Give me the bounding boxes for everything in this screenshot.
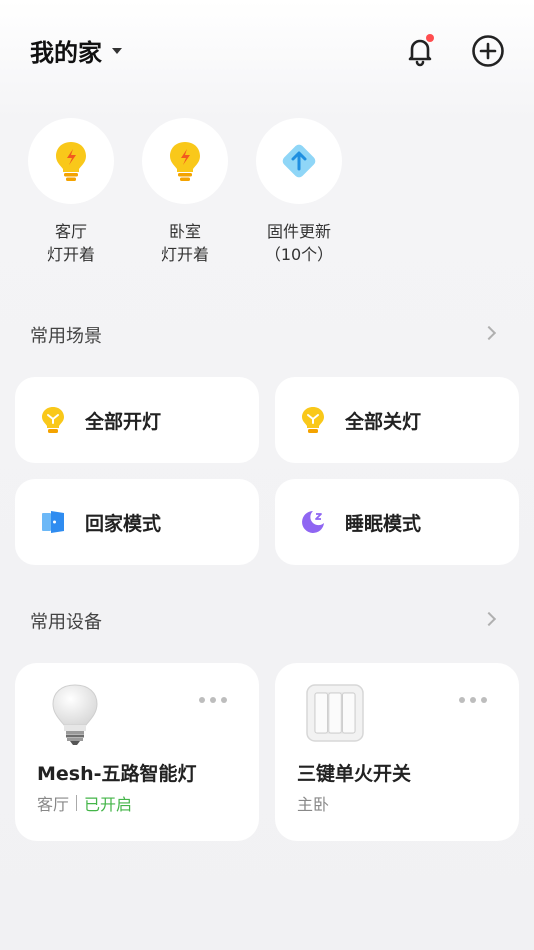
scenes-more-chevron-icon[interactable] (484, 326, 498, 340)
device-name: 三键单火开关 (297, 763, 412, 785)
bulb-off-icon (299, 406, 327, 434)
more-dot-icon (459, 697, 465, 703)
more-dot-icon (221, 697, 227, 703)
meta-divider (76, 795, 78, 811)
scene-label: 回家模式 (85, 512, 162, 535)
device-name: Mesh-五路智能灯 (37, 763, 197, 785)
device-card-triple-switch[interactable]: 三键单火开关 主卧 (275, 663, 519, 841)
notification-dot (426, 34, 434, 42)
scenes-section-title: 常用场景 (30, 326, 102, 347)
more-dot-icon (210, 697, 216, 703)
scene-all-lights-on[interactable]: 全部开灯 (15, 377, 259, 463)
header: 我的家 (0, 0, 534, 100)
light-bulb-icon (56, 142, 86, 181)
add-button[interactable] (471, 34, 505, 68)
more-dot-icon (199, 697, 205, 703)
light-bulb-icon (170, 142, 200, 181)
quick-status-circle (256, 118, 342, 204)
quick-status-circle (28, 118, 114, 204)
notification-bell-button[interactable] (403, 34, 437, 68)
firmware-update-icon (282, 144, 316, 178)
scene-label: 全部开灯 (85, 410, 162, 433)
quick-status-firmware-update[interactable]: 固件更新 （10个） (256, 118, 342, 266)
device-room: 主卧 (297, 795, 330, 814)
quick-status-bedroom[interactable]: 卧室 灯开着 (142, 118, 228, 266)
quick-status-circle (142, 118, 228, 204)
quick-status-living-room[interactable]: 客厅 灯开着 (28, 118, 114, 266)
device-meta: 主卧 (297, 791, 329, 815)
scene-home-mode[interactable]: 回家模式 (15, 479, 259, 565)
quick-status-label: 客厅 灯开着 (46, 222, 95, 264)
quick-status-label: 固件更新 （10个） (264, 222, 334, 264)
device-meta: 客厅 已开启 (37, 791, 132, 815)
device-room: 客厅 (37, 795, 70, 814)
bulb-on-icon (39, 406, 67, 434)
more-dot-icon (470, 697, 476, 703)
smart-bulb-icon (45, 683, 105, 745)
quick-status-label: 卧室 灯开着 (160, 222, 209, 264)
scene-label: 睡眠模式 (345, 512, 422, 535)
devices-more-chevron-icon[interactable] (484, 612, 498, 626)
scene-label: 全部关灯 (345, 410, 422, 433)
door-icon (39, 508, 67, 536)
moon-icon (299, 508, 327, 536)
device-status: 已开启 (84, 795, 133, 814)
triple-switch-icon (305, 683, 365, 743)
more-dot-icon (481, 697, 487, 703)
device-card-mesh-light[interactable]: Mesh-五路智能灯 客厅 已开启 (15, 663, 259, 841)
home-name: 我的家 (30, 38, 102, 67)
more-options-button[interactable] (459, 697, 487, 703)
scene-all-lights-off[interactable]: 全部关灯 (275, 377, 519, 463)
devices-section-title: 常用设备 (30, 612, 102, 633)
scene-sleep-mode[interactable]: 睡眠模式 (275, 479, 519, 565)
add-circle-icon (472, 35, 504, 67)
home-selector[interactable]: 我的家 (30, 34, 122, 67)
caret-down-icon (112, 48, 122, 54)
more-options-button[interactable] (199, 697, 227, 703)
quick-status-row: 客厅 灯开着 卧室 灯开着 固件更新 （10个） (28, 118, 342, 266)
